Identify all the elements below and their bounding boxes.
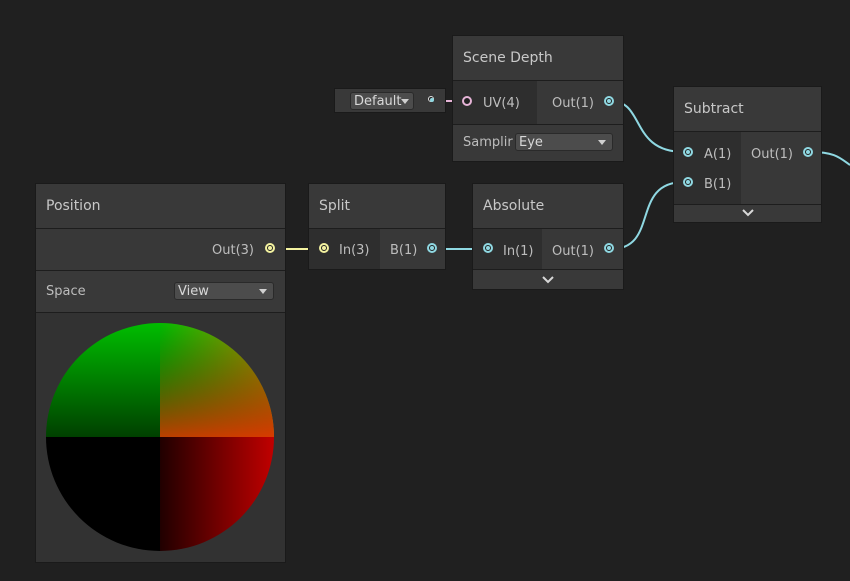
sampling-mode-dropdown[interactable]: Eye — [515, 133, 613, 151]
subtract-a-port[interactable] — [683, 147, 693, 157]
position-out-label: Out(3) — [212, 243, 254, 258]
space-label: Space — [46, 284, 86, 299]
subtract-a-label: A(1) — [704, 147, 732, 162]
absolute-node[interactable]: Absolute In(1) Out(1) — [472, 183, 624, 290]
scene-depth-uv-port[interactable] — [462, 96, 472, 106]
dropdown-arrow-icon — [401, 99, 409, 104]
uv-channel-value: Default — [354, 94, 402, 109]
scene-depth-out-label: Out(1) — [552, 96, 594, 111]
scene-depth-title: Scene Depth — [453, 36, 623, 80]
uv-default-field: Default — [334, 88, 446, 113]
space-value: View — [178, 284, 209, 299]
absolute-out-label: Out(1) — [552, 244, 594, 259]
scene-depth-uv-label: UV(4) — [483, 96, 520, 111]
preview-area — [36, 313, 285, 562]
divider — [36, 270, 285, 271]
sampling-mode-value: Eye — [519, 135, 543, 150]
split-title: Split — [309, 184, 445, 228]
scene-depth-node[interactable]: Scene Depth UV(4) Out(1) Samplir Eye — [452, 35, 624, 162]
divider — [674, 204, 821, 205]
position-preview-sphere — [46, 323, 274, 551]
position-node[interactable]: Position Out(3) Space View — [35, 183, 286, 563]
position-title: Position — [36, 184, 285, 228]
absolute-out-port[interactable] — [604, 243, 614, 253]
subtract-b-label: B(1) — [704, 177, 732, 192]
split-node[interactable]: Split In(3) B(1) — [308, 183, 446, 270]
sampling-mode-label: Samplir — [463, 135, 513, 150]
split-b-label: B(1) — [390, 243, 418, 258]
chevron-down-icon[interactable] — [541, 275, 555, 285]
split-in-label: In(3) — [339, 243, 370, 258]
subtract-b-port[interactable] — [683, 177, 693, 187]
subtract-title: Subtract — [674, 87, 821, 131]
subtract-out-label: Out(1) — [751, 147, 793, 162]
chevron-down-icon[interactable] — [741, 208, 755, 218]
absolute-in-label: In(1) — [503, 244, 534, 259]
subtract-node[interactable]: Subtract A(1) B(1) Out(1) — [673, 86, 822, 223]
split-in-port[interactable] — [319, 243, 329, 253]
dropdown-arrow-icon — [598, 140, 606, 145]
dropdown-arrow-icon — [259, 289, 267, 294]
absolute-in-port[interactable] — [483, 243, 493, 253]
subtract-outputs — [741, 132, 821, 204]
split-b-port[interactable] — [427, 243, 437, 253]
subtract-out-port[interactable] — [803, 147, 813, 157]
uv-channel-dropdown[interactable]: Default — [350, 92, 414, 110]
position-out-port[interactable] — [265, 243, 275, 253]
absolute-title: Absolute — [473, 184, 623, 228]
uv-default-port[interactable] — [428, 96, 434, 102]
divider — [473, 269, 623, 270]
scene-depth-out-port[interactable] — [604, 96, 614, 106]
space-dropdown[interactable]: View — [174, 282, 274, 300]
subtract-inputs — [674, 132, 741, 204]
